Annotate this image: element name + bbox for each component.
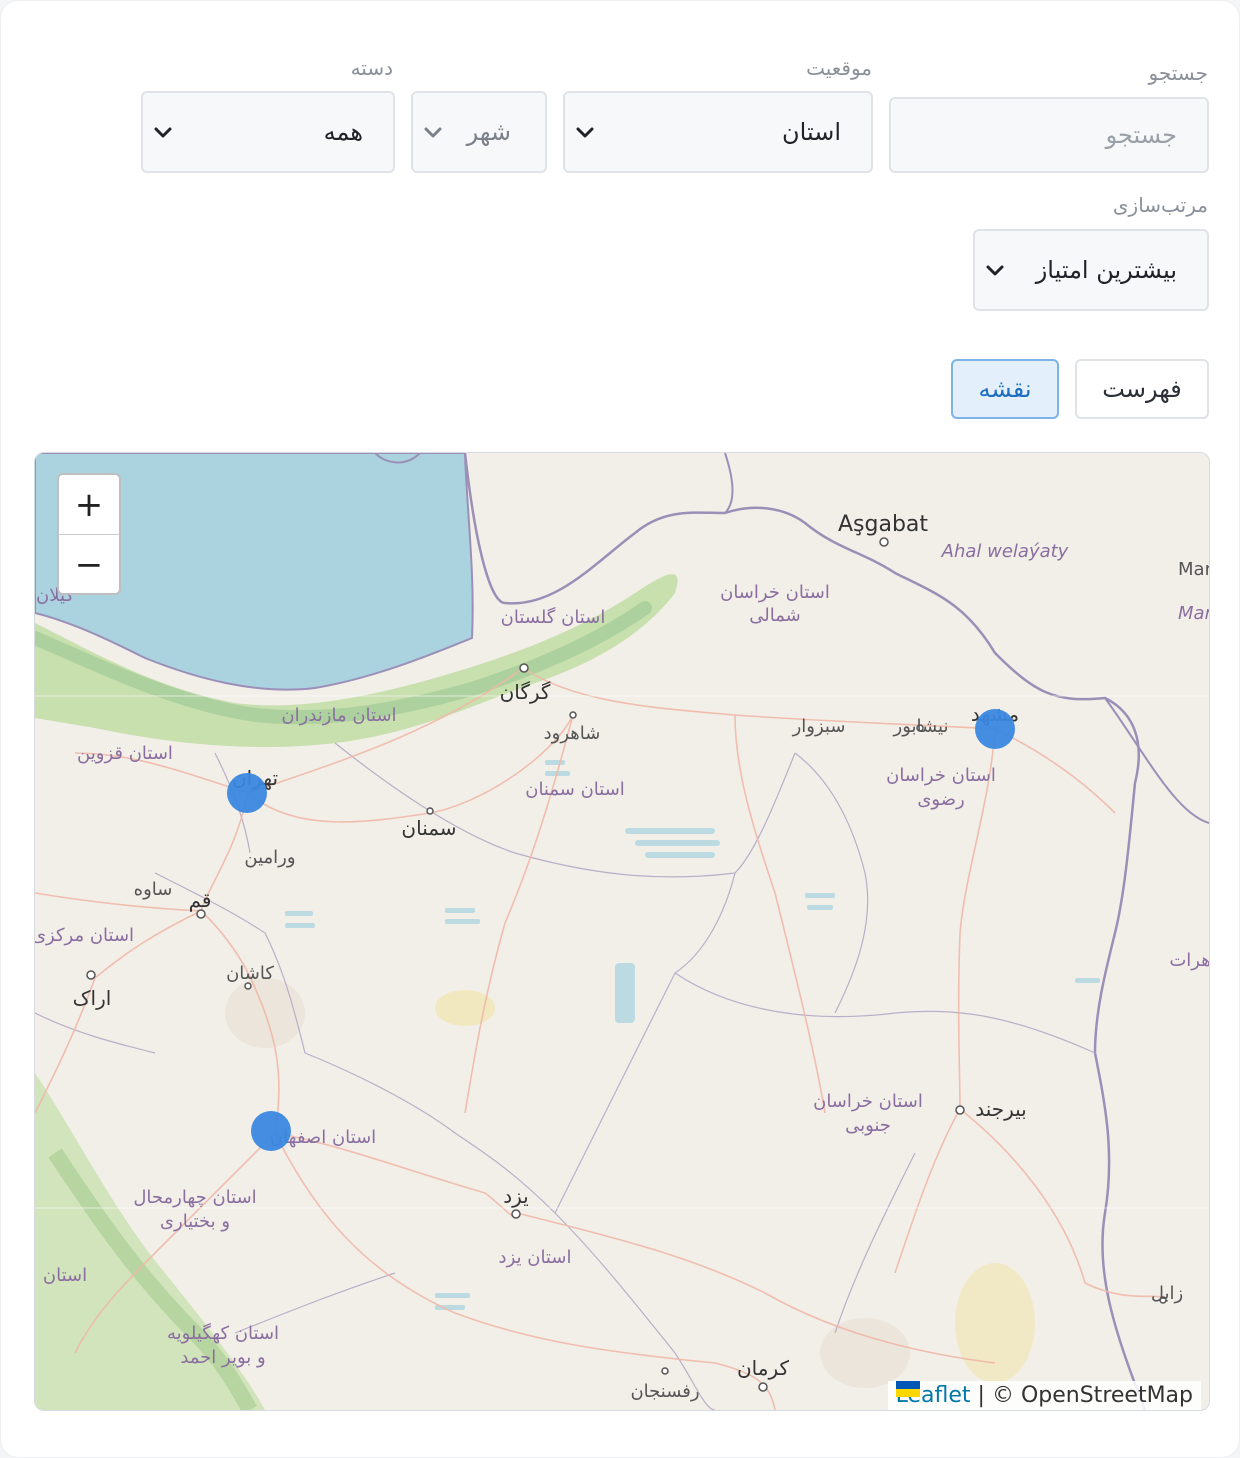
map-label-arak: اراک [73,986,112,1010]
map-label-yazd-province: استان یزد [499,1247,572,1268]
sort-select-value: بیشترین امتیاز [1035,256,1177,284]
map-label-khorasan-north-2: شمالی [749,605,800,626]
location-label: موقعیت [806,56,872,80]
zoom-out-button[interactable]: − [59,535,119,594]
map-label-khorasan-razavi-2: رضوی [917,789,964,810]
map-label-qazvin: استان قزوین [77,743,173,764]
zoom-control: + − [57,473,121,595]
category-label: دسته [350,56,393,80]
province-select-value: استان [782,118,841,146]
map-marker[interactable] [975,709,1015,749]
map-label-semnan: سمنان [401,816,456,840]
province-select[interactable]: استان [563,91,873,173]
map-label-gorgan: گرگان [500,680,551,704]
map-view-button[interactable]: نقشه [951,359,1059,419]
map-label-ostan-west: استان [43,1265,87,1286]
map-label-kohgiluyeh-1: استان کهگیلویه [167,1322,279,1344]
map-label-kashan: کاشان [226,963,274,984]
map-label-golestan: استان گلستان [501,606,606,628]
map-label-markazi: استان مرکزی [35,925,134,946]
category-select-value: همه [323,118,363,146]
ukraine-flag-icon [895,1381,920,1397]
chevron-down-icon [576,127,594,138]
map-label-ahal: Ahal welaýaty [941,541,1069,562]
map[interactable]: Aşgabat Ahal welaýaty Mar Mar استان خراس… [34,452,1210,1411]
chevron-down-icon [986,265,1004,276]
map-label-varamin: ورامین [244,847,295,868]
map-label-khorasan-south-2: جنوبی [845,1115,891,1136]
map-marker[interactable] [227,773,267,813]
chevron-down-icon [424,127,442,138]
map-label-mary2: Mar [1178,603,1209,624]
map-marker[interactable] [251,1111,291,1151]
search-input[interactable]: جستجو [889,97,1209,173]
map-label-mary: Mar [1178,559,1209,580]
map-label-birjand: بیرجند [975,1097,1027,1121]
openstreetmap-attribution[interactable]: © OpenStreetMap [992,1383,1193,1408]
chevron-down-icon [154,127,172,138]
map-label-ashgabat: Aşgabat [838,512,928,537]
city-select-value: شهر [466,118,511,146]
map-label-rafsanjan: رفسنجان [630,1381,699,1402]
filter-card: جستجو جستجو موقعیت استان شهر دسته همه مر… [0,0,1240,1458]
map-label-chaharmahal-1: استان چهارمحال [133,1187,256,1208]
map-label-khorasan-south-1: استان خراسان [813,1091,923,1112]
list-view-button[interactable]: فهرست [1075,359,1209,419]
map-label-mazandaran: استان مازندران [281,705,396,726]
search-placeholder: جستجو [1105,121,1177,149]
map-label-neyshabur: نیشابور [893,716,949,737]
map-attribution: Leaflet | © OpenStreetMap [887,1381,1201,1410]
map-label-chaharmahal-2: و بختیاری [160,1211,230,1232]
map-label-kerman: کرمان [737,1356,790,1380]
map-label-kohgiluyeh-2: و بویر احمد [180,1347,265,1368]
map-label-shahrud: شاهرود [544,723,601,744]
zoom-in-button[interactable]: + [59,475,119,535]
map-label-khorasan-north-1: استان خراسان [720,582,830,603]
map-label-saveh: ساوه [134,879,173,900]
sort-select[interactable]: بیشترین امتیاز [973,229,1209,311]
search-label: جستجو [1148,61,1208,85]
attribution-separator: | [970,1383,992,1408]
map-label-sabzevar: سبزوار [792,716,846,737]
map-label-zabol: زابل [1151,1283,1183,1304]
map-tiles[interactable]: Aşgabat Ahal welaýaty Mar Mar استان خراس… [35,453,1209,1410]
map-label-semnan-province: استان سمنان [525,779,625,800]
map-label-qom: قم [189,888,212,912]
category-select[interactable]: همه [141,91,395,173]
city-select[interactable]: شهر [411,91,547,173]
sort-label: مرتب‌سازی [1112,193,1208,217]
map-label-yazd: یزد [503,1184,529,1208]
map-label-khorasan-razavi-1: استان خراسان [886,765,996,786]
map-label-herat: هرات [1169,950,1209,971]
